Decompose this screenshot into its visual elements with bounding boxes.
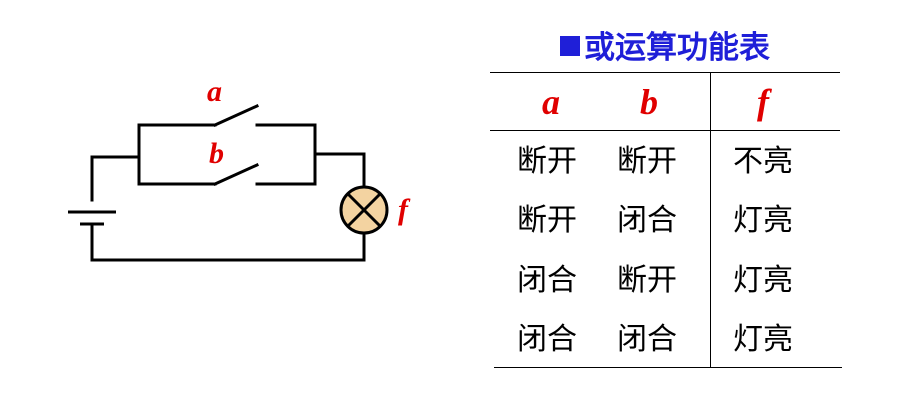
cell-f: 灯亮 — [733, 263, 793, 298]
lamp-label: f — [398, 193, 411, 226]
table-top-rule — [490, 72, 840, 73]
wire-bottom-return — [90, 222, 366, 262]
square-bullet-icon — [560, 36, 580, 56]
cell-b: 断开 — [617, 263, 677, 298]
cell-b: 闭合 — [617, 203, 677, 238]
cell-f: 灯亮 — [733, 322, 793, 357]
table-header-rule — [490, 130, 840, 131]
cell-a: 闭合 — [517, 322, 577, 357]
battery-icon — [68, 210, 116, 226]
switch-a-label: a — [207, 75, 222, 108]
switch-b-label: b — [209, 137, 224, 170]
switch-a-blade — [213, 104, 259, 127]
wire-right-to-lamp — [313, 152, 366, 188]
header-a: a — [542, 82, 560, 122]
circuit-wires — [90, 104, 366, 262]
cell-a: 断开 — [517, 144, 577, 179]
cell-a: 断开 — [517, 203, 577, 238]
table-output-divider — [710, 72, 711, 368]
cell-b: 断开 — [617, 144, 677, 179]
wire-left-top — [90, 155, 141, 202]
table-title: 或运算功能表 — [490, 22, 840, 67]
header-f: f — [757, 82, 769, 122]
or-gate-circuit-diagram: a b f — [68, 75, 411, 262]
table-title-text: 或运算功能表 — [584, 30, 770, 66]
header-b: b — [640, 82, 658, 122]
cell-f: 不亮 — [733, 144, 793, 179]
table-bottom-rule — [494, 367, 842, 368]
cell-f: 灯亮 — [733, 203, 793, 238]
cell-b: 闭合 — [617, 322, 677, 357]
cell-a: 闭合 — [517, 263, 577, 298]
lamp-icon — [339, 185, 389, 235]
